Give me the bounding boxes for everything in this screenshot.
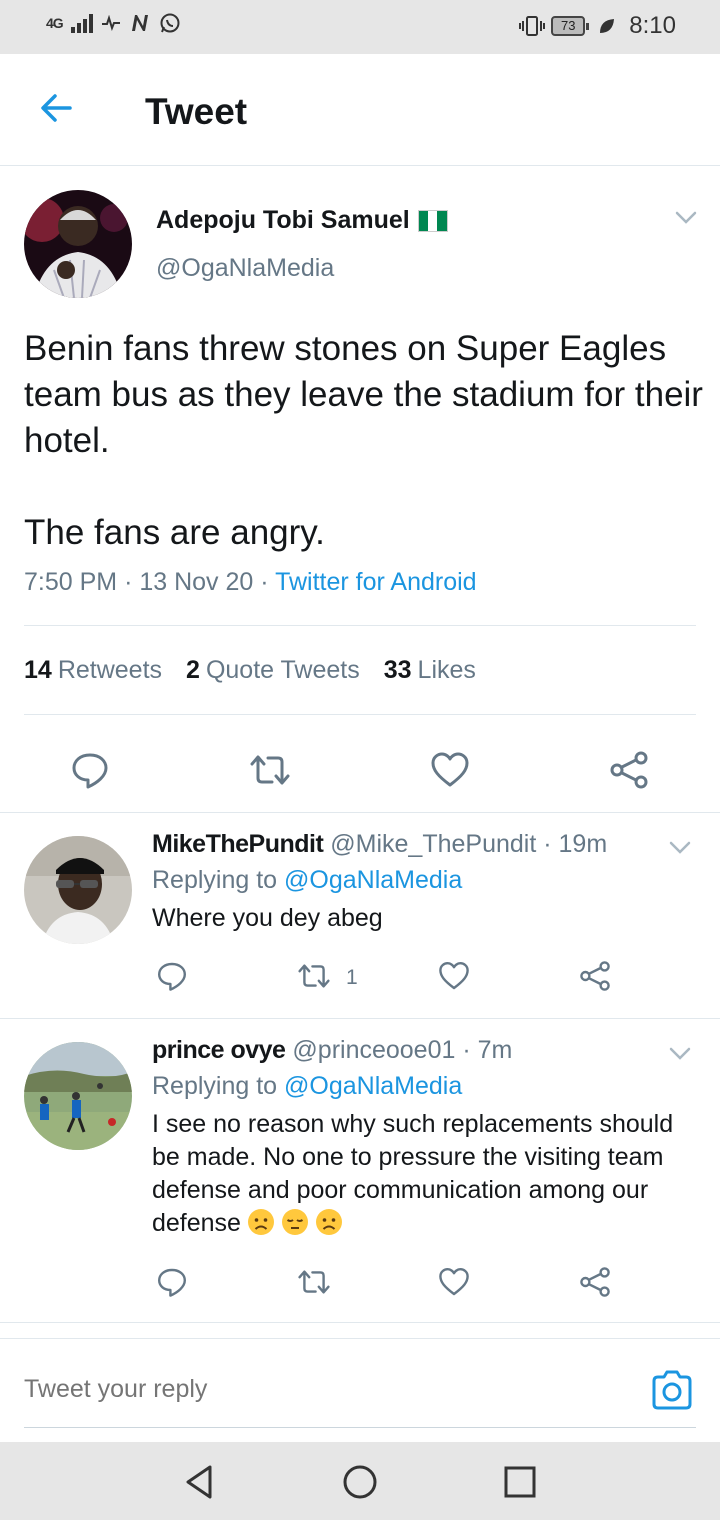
vibrate-icon <box>519 16 546 36</box>
chevron-down-icon[interactable] <box>668 840 692 856</box>
pensive-face-icon <box>281 1209 308 1235</box>
reply-item[interactable]: MikeThePundit @Mike_ThePundit · 19m Repl… <box>0 812 720 1018</box>
activity-icon <box>101 15 120 31</box>
back-arrow-icon[interactable] <box>36 88 76 128</box>
frowning-face-icon <box>247 1209 274 1235</box>
share-icon[interactable] <box>608 750 650 790</box>
n-logo-icon <box>131 15 148 31</box>
reply-avatar[interactable] <box>24 1042 132 1150</box>
reply-icon[interactable] <box>70 750 110 790</box>
author-avatar[interactable] <box>24 190 132 298</box>
whatsapp-icon <box>160 13 180 33</box>
author-name[interactable]: Adepoju Tobi Samuel <box>156 206 448 235</box>
chevron-down-icon[interactable] <box>668 1046 692 1062</box>
reply-text: I see no reason why such replacements sh… <box>152 1110 674 1237</box>
reply-input[interactable] <box>24 1375 584 1404</box>
replying-to: Replying to @OgaNlaMedia <box>152 866 463 894</box>
reply-author-name[interactable]: prince ovye <box>152 1036 286 1064</box>
replying-to-link[interactable]: @OgaNlaMedia <box>284 1072 462 1100</box>
nigeria-flag-icon <box>417 209 448 232</box>
share-icon[interactable] <box>578 960 612 992</box>
like-icon[interactable] <box>430 750 470 790</box>
like-icon[interactable] <box>438 1266 470 1298</box>
like-icon[interactable] <box>438 960 470 992</box>
meta-separator: · <box>462 1036 478 1064</box>
signal-icon <box>70 13 93 33</box>
divider <box>24 625 696 626</box>
reply-header: MikeThePundit @Mike_ThePundit · 19m <box>152 830 607 859</box>
system-nav-bar <box>0 1442 720 1520</box>
nav-recents-icon[interactable] <box>500 1462 540 1502</box>
retweet-icon[interactable] <box>248 750 292 790</box>
tweet-text: Benin fans threw stones on Super Eagles … <box>24 329 703 552</box>
reply-age: 7m <box>477 1036 513 1064</box>
author-handle[interactable]: @OgaNlaMedia <box>156 254 334 283</box>
nav-home-icon[interactable] <box>340 1462 380 1502</box>
share-icon[interactable] <box>578 1266 612 1298</box>
retweet-count: 1 <box>346 966 358 989</box>
divider <box>24 714 696 715</box>
network-type: 4G <box>46 15 64 31</box>
reply-icon[interactable] <box>156 1266 188 1298</box>
replying-to-link[interactable]: @OgaNlaMedia <box>284 866 462 894</box>
meta-separator: · <box>260 568 276 596</box>
retweets-stat[interactable]: 14 Retweets <box>24 656 162 685</box>
chevron-down-icon[interactable] <box>674 210 698 226</box>
likes-stat[interactable]: 33 Likes <box>384 656 476 685</box>
reply-icon[interactable] <box>156 960 188 992</box>
meta-separator: · <box>543 830 559 858</box>
meta-separator: · <box>124 568 140 596</box>
divider <box>0 1322 720 1323</box>
app-bar: Tweet <box>0 54 720 166</box>
reply-author-name[interactable]: MikeThePundit <box>152 830 324 858</box>
tweet-meta: 7:50 PM · 13 Nov 20 · Twitter for Androi… <box>24 568 477 597</box>
reply-author-handle[interactable]: @Mike_ThePundit <box>330 830 536 858</box>
reply-text: Where you dey abeg <box>152 904 383 932</box>
page-title: Tweet <box>145 91 248 132</box>
reply-avatar[interactable] <box>24 836 132 944</box>
clock: 8:10 <box>629 12 676 39</box>
status-indicators: 4G <box>46 12 181 34</box>
tweet-source-link[interactable]: Twitter for Android <box>275 568 476 596</box>
leaf-icon <box>600 19 615 33</box>
tweet-stats: 14 Retweets 2 Quote Tweets 33 Likes <box>24 656 476 685</box>
replying-to: Replying to @OgaNlaMedia <box>152 1072 463 1100</box>
tweet-time: 7:50 PM <box>24 568 118 596</box>
input-underline <box>24 1427 696 1428</box>
battery-indicator: 73 <box>551 16 590 36</box>
reply-item[interactable]: prince ovye @princeooe01 · 7m Replying t… <box>0 1018 720 1322</box>
reply-author-handle[interactable]: @princeooe01 <box>292 1036 455 1064</box>
reply-composer <box>0 1338 720 1442</box>
reply-age: 19m <box>558 830 608 858</box>
tweet-date: 13 Nov 20 <box>139 568 254 596</box>
retweet-icon[interactable] <box>296 960 332 992</box>
retweet-icon[interactable] <box>296 1266 332 1298</box>
tweet-actions <box>0 734 720 812</box>
nav-back-icon[interactable] <box>180 1462 220 1502</box>
status-bar: 4G 73 8:10 <box>0 0 720 54</box>
camera-icon[interactable] <box>650 1369 694 1411</box>
quote-tweets-stat[interactable]: 2 Quote Tweets <box>186 656 360 685</box>
status-system: 73 8:10 <box>519 12 676 40</box>
frowning-face-icon <box>315 1209 342 1235</box>
reply-header: prince ovye @princeooe01 · 7m <box>152 1036 512 1065</box>
